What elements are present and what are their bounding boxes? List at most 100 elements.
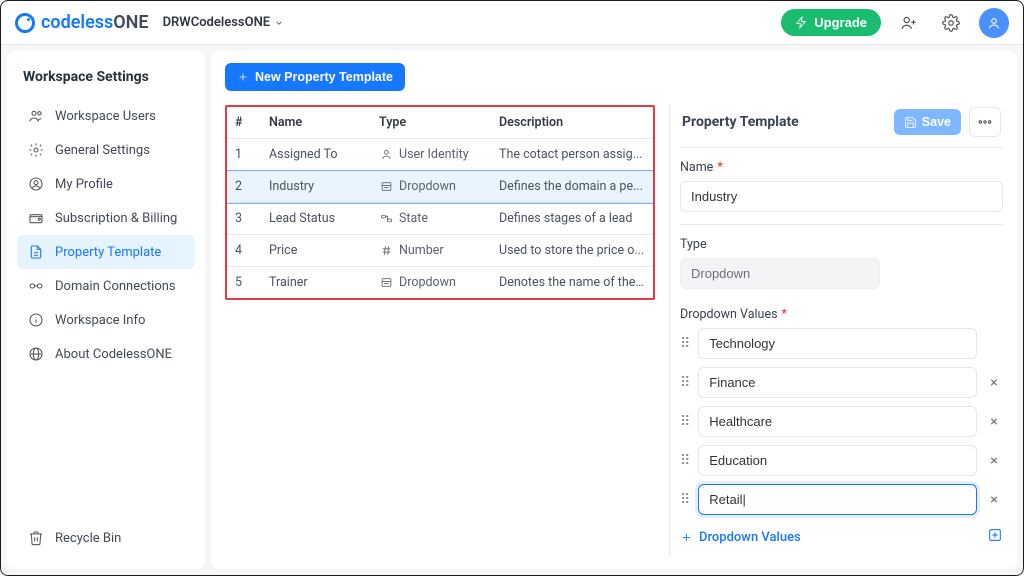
row-desc: Used to store the price o... [491, 235, 653, 267]
trash-icon [27, 529, 45, 547]
row-desc: The cotact person assig... [491, 139, 653, 171]
sidebar-item-label: Workspace Users [55, 109, 156, 124]
dropdown-values-label: Dropdown Values* [680, 307, 1003, 322]
info-icon [27, 311, 45, 329]
sidebar-item-subscription-billing[interactable]: Subscription & Billing [17, 201, 195, 235]
drag-handle-icon[interactable]: ⠿ [680, 493, 690, 507]
row-desc: Denotes the name of the... [491, 267, 653, 299]
row-num: 1 [227, 139, 261, 171]
row-name: Lead Status [261, 203, 371, 235]
add-box-icon [987, 527, 1003, 543]
brand-text-1: codeless [41, 12, 113, 33]
type-display [680, 258, 880, 289]
name-field-label: Name* [680, 160, 1003, 175]
workspace-switcher[interactable]: DRWCodelessONE [163, 15, 285, 30]
brand-text-2: ONE [113, 12, 148, 33]
row-desc: Defines the domain a pe... [491, 171, 653, 203]
row-name: Industry [261, 171, 371, 203]
row-name: Assigned To [261, 139, 371, 171]
brand-mark-icon [15, 13, 35, 33]
globe-icon [27, 345, 45, 363]
sidebar-item-domain-connections[interactable]: Domain Connections [17, 269, 195, 303]
add-from-template-button[interactable] [987, 527, 1003, 547]
type-field-label: Type [680, 237, 1003, 252]
table-row[interactable]: 1 Assigned To User Identity The cotact p… [227, 139, 653, 171]
bolt-icon [795, 16, 808, 29]
details-title: Property Template [682, 114, 886, 130]
table-row[interactable]: 5 Trainer Dropdown Denotes the name of t… [227, 267, 653, 299]
topbar: codelessONE DRWCodelessONE Upgrade [1, 1, 1023, 45]
save-button[interactable]: Save [894, 109, 961, 135]
dropdown-value-input[interactable] [698, 328, 977, 359]
dropdown-value-input[interactable] [698, 406, 977, 437]
table-row[interactable]: 3 Lead Status State Defines stages of a … [227, 203, 653, 235]
dropdown-value-input[interactable] [698, 445, 977, 476]
add-dropdown-value-button[interactable]: Dropdown Values [680, 530, 801, 545]
remove-value-button[interactable]: × [985, 375, 1003, 391]
remove-value-button[interactable]: × [985, 414, 1003, 430]
dropdown-value-input[interactable] [698, 367, 977, 398]
user-circle-icon [27, 175, 45, 193]
invite-user-icon[interactable] [895, 9, 923, 37]
table-row[interactable]: 2 Industry Dropdown Defines the domain a… [227, 171, 653, 203]
sidebar-title: Workspace Settings [23, 69, 189, 85]
dropdown-value-row: ⠿ × [680, 406, 1003, 437]
row-name: Price [261, 235, 371, 267]
gear-icon [27, 141, 45, 159]
col-type: Type [371, 107, 491, 139]
sidebar-item-about-codelessone[interactable]: About CodelessONE [17, 337, 195, 371]
sidebar-item-property-template[interactable]: Property Template [17, 235, 195, 269]
hash-icon [379, 244, 393, 258]
drag-handle-icon[interactable]: ⠿ [680, 454, 690, 468]
drag-handle-icon[interactable]: ⠿ [680, 376, 690, 390]
col-desc: Description [491, 107, 653, 139]
row-type: User Identity [371, 139, 491, 171]
sidebar-item-workspace-users[interactable]: Workspace Users [17, 99, 195, 133]
sidebar-item-my-profile[interactable]: My Profile [17, 167, 195, 201]
brand-logo-area[interactable]: codelessONE [15, 12, 149, 33]
users-icon [27, 107, 45, 125]
workspace-name: DRWCodelessONE [163, 15, 271, 30]
dropdown-value-row: ⠿ [680, 328, 1003, 359]
upgrade-button[interactable]: Upgrade [781, 9, 881, 36]
upgrade-label: Upgrade [814, 15, 867, 30]
state-icon [379, 212, 393, 226]
settings-gear-icon[interactable] [937, 9, 965, 37]
row-name: Trainer [261, 267, 371, 299]
wallet-icon [27, 209, 45, 227]
new-template-label: New Property Template [255, 70, 393, 84]
save-icon [904, 116, 917, 129]
sidebar-item-label: Subscription & Billing [55, 211, 177, 226]
table-row[interactable]: 4 Price Number Used to store the price o… [227, 235, 653, 267]
row-type: Number [371, 235, 491, 267]
name-input[interactable] [680, 181, 1003, 212]
more-actions-button[interactable] [969, 107, 1001, 137]
sidebar-item-label: Property Template [55, 245, 161, 260]
col-name: Name [261, 107, 371, 139]
user-avatar[interactable] [979, 8, 1009, 38]
row-num: 2 [227, 171, 261, 203]
row-desc: Defines stages of a lead [491, 203, 653, 235]
remove-value-button[interactable]: × [985, 453, 1003, 469]
save-label: Save [922, 115, 951, 129]
drag-handle-icon[interactable]: ⠿ [680, 415, 690, 429]
remove-value-button[interactable]: × [985, 492, 1003, 508]
sidebar-item-general-settings[interactable]: General Settings [17, 133, 195, 167]
sidebar-item-workspace-info[interactable]: Workspace Info [17, 303, 195, 337]
dropdown-value-row: ⠿ × [680, 484, 1003, 515]
plus-icon [680, 531, 693, 544]
dropdown-icon [379, 276, 393, 290]
new-property-template-button[interactable]: New Property Template [225, 63, 405, 91]
dropdown-value-row: ⠿ × [680, 367, 1003, 398]
row-num: 5 [227, 267, 261, 299]
row-type: State [371, 203, 491, 235]
row-num: 3 [227, 203, 261, 235]
drag-handle-icon[interactable]: ⠿ [680, 337, 690, 351]
sidebar: Workspace Settings Workspace Users Gener… [7, 51, 205, 569]
dropdown-value-input[interactable] [698, 484, 977, 515]
property-templates-table: # Name Type Description 1 Assigned To Us… [225, 105, 655, 300]
sidebar-item-recycle-bin[interactable]: Recycle Bin [17, 521, 195, 555]
row-type: Dropdown [371, 267, 491, 299]
sidebar-item-label: About CodelessONE [55, 347, 172, 362]
dropdown-icon [379, 180, 393, 194]
